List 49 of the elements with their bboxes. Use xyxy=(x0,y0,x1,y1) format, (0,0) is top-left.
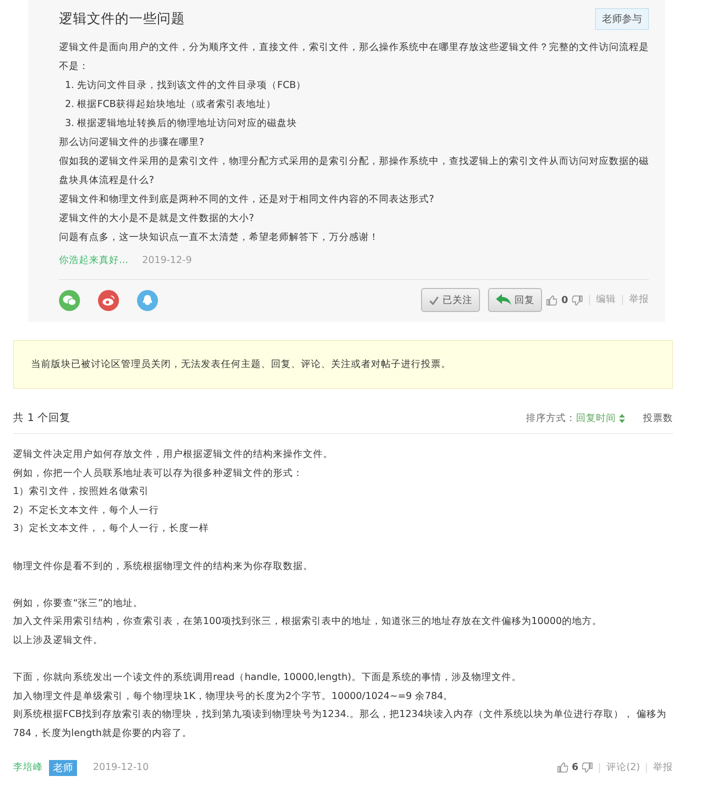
action-link[interactable]: 编辑 xyxy=(589,295,616,305)
paragraph: 2）不定长文本文件，每个人一行 xyxy=(13,504,160,518)
author-link[interactable]: 你浩起来真好... xyxy=(59,251,128,271)
paragraph: 逻辑文件是面向用户的文件，分为顺序文件，直接文件，索引文件，那么操作系统中在哪里存放这些逻辑文件？完整的文件访问流程是不是： xyxy=(59,41,649,74)
thumbs-down-icon[interactable] xyxy=(572,294,583,306)
sort-label: 排序方式： xyxy=(526,412,576,424)
teacher-badge: 老师参与 xyxy=(595,8,649,30)
paragraph: 问题有点多，这一块知识点一直不太清楚，希望老师解答下，万分感谢！ xyxy=(59,231,380,245)
post-date: 2019-12-10 xyxy=(93,762,150,773)
thumbs-up-icon[interactable] xyxy=(556,762,568,773)
sort-icon[interactable] xyxy=(619,414,625,422)
paragraph: 例如，你把一个人员联系地址表可以存为很多种逻辑文件的形式： xyxy=(13,466,304,481)
list-item: 1. 先访问文件目录，找到该文件的文件目录项（FCB） xyxy=(64,79,308,93)
action-link[interactable]: 评论(2) xyxy=(599,762,640,772)
post-date: 2019-12-9 xyxy=(142,254,192,268)
paragraph: 那么访问逻辑文件的步骤在哪里? xyxy=(59,136,206,150)
reply-button[interactable]: 回复 xyxy=(488,288,542,312)
paragraph: 加入物理文件是单级索引，每个物理块1K，物理块号的长度为2个字节。10000/1024~=9 余784。 xyxy=(13,690,454,704)
paragraph: 下面，你就向系统发出一个读文件的系统调用read（handle, 10000,length)。下面是系统的事情，涉及物理文件。 xyxy=(13,671,522,686)
check-icon xyxy=(429,296,440,304)
paragraph: 假如我的逻辑文件采用的是索引文件，物理分配方式采用的是索引分配，那操作系统中，查找逻辑上的索引文件从而访问对应数据的磁盘块具体流程是什么? xyxy=(59,155,649,188)
chat-share-icon[interactable] xyxy=(59,290,80,310)
reply-arrow-icon xyxy=(496,294,512,306)
sort-option[interactable]: 回复时间 xyxy=(576,412,625,424)
question-title: 逻辑文件的一些问题 xyxy=(59,10,185,28)
paragraph: 以上涉及逻辑文件。 xyxy=(13,634,104,648)
paragraph: 加入文件采用索引结构，你查索引表，在第100项找到张三，根据索引表中的地址，知道张三的地址存放在文件偏移为10000的地方。 xyxy=(13,615,603,630)
paragraph: 1）索引文件，按照姓名做索引 xyxy=(13,485,150,500)
thumbs-up-icon[interactable] xyxy=(546,294,558,306)
vote-count: 0 xyxy=(561,294,568,306)
reply-count: 共 1 个回复 xyxy=(13,411,72,425)
sort-option[interactable]: 投票数 xyxy=(643,412,673,424)
closed-notice: 当前版块已被讨论区管理员关闭，无法发表任何主题、回复、评论、关注或者对帖子进行投票。 xyxy=(13,340,673,389)
action-link[interactable]: 举报 xyxy=(646,762,673,772)
paragraph: 3）定长文本文件，，每个人一行，长度一样 xyxy=(13,522,210,536)
paragraph: 逻辑文件决定用户如何存放文件，用户根据逻辑文件的结构来操作文件。 xyxy=(13,448,334,462)
thumbs-down-icon[interactable] xyxy=(582,762,594,773)
action-link[interactable]: 举报 xyxy=(622,295,649,305)
list-item: 3. 根据逻辑地址转换后的物理地址访问对应的磁盘块 xyxy=(64,117,298,131)
role-badge: 老师 xyxy=(49,760,77,776)
paragraph: 则系统根据FCB找到存放索引表的物理块，找到第九项读到物理块号为1234.。那么，把1234块读入内存（文件系统以块为单位进行存取）， 偏移为784，长度为length就是你要的内容了。 xyxy=(13,708,668,741)
paragraph: 逻辑文件的大小是不是就是文件数据的大小? xyxy=(59,212,256,226)
paragraph: 物理文件你是看不到的，系统根据物理文件的结构来为你存取数据。 xyxy=(13,560,314,574)
vote-count: 6 xyxy=(572,762,578,773)
paragraph: 逻辑文件和物理文件到底是两种不同的文件，还是对于相同文件内容的不同表达形式? xyxy=(59,193,436,207)
list-item: 2. 根据FCB获得起始块地址（或者索引表地址） xyxy=(64,98,278,112)
author-link[interactable]: 李培峰 xyxy=(13,761,43,774)
follow-button[interactable]: 已关注 xyxy=(421,288,480,312)
paragraph: 例如，你要查“张三”的地址。 xyxy=(13,596,144,611)
